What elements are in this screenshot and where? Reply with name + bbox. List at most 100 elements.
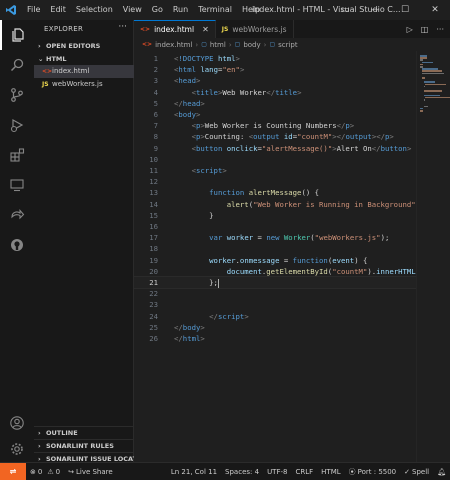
port-label: Port : 5500 bbox=[357, 467, 397, 476]
breadcrumb-item[interactable]: body bbox=[243, 41, 260, 49]
menu-edit[interactable]: Edit bbox=[45, 0, 71, 20]
code-line[interactable]: 10 bbox=[134, 154, 416, 165]
line-number: 26 bbox=[149, 334, 158, 343]
open-editors-section[interactable]: › OPEN EDITORS bbox=[34, 40, 134, 53]
code-line[interactable]: 14 alert("Web Worker is Running in Backg… bbox=[134, 199, 416, 210]
line-content: </head> bbox=[174, 98, 205, 108]
layout-icon[interactable]: ▭ bbox=[330, 0, 360, 20]
github-icon[interactable] bbox=[0, 230, 34, 260]
code-editor[interactable]: 1 <!DOCTYPE html> 2 <html lang="en"> 3 <head>… bbox=[134, 51, 416, 462]
spell-check[interactable]: ✓ Spell bbox=[400, 463, 433, 480]
cursor-position[interactable]: Ln 21, Col 11 bbox=[167, 463, 221, 480]
code-line[interactable]: 13 function alertMessage() { bbox=[134, 187, 416, 198]
menu-terminal[interactable]: Terminal bbox=[193, 0, 237, 20]
remote-indicator-icon[interactable]: ⇌ bbox=[0, 462, 26, 480]
problems-indicator[interactable]: ⊗ 0 ⚠ 0 bbox=[26, 463, 64, 480]
line-number: 4 bbox=[153, 87, 158, 97]
code-line[interactable]: 2 <html lang="en"> bbox=[134, 64, 416, 75]
line-content: </body> bbox=[174, 322, 205, 332]
live-server-port[interactable]: ⦿ Port : 5500 bbox=[345, 463, 401, 480]
minimap-line bbox=[423, 99, 425, 101]
code-line[interactable]: 6 <body> bbox=[134, 109, 416, 120]
status-bar: ⇌ ⊗ 0 ⚠ 0 ↪ Live Share Ln 21, Col 11 Spaces… bbox=[0, 462, 450, 480]
live-share-icon[interactable] bbox=[0, 200, 34, 230]
explorer-icon[interactable] bbox=[0, 20, 34, 50]
code-line[interactable]: 21 }; bbox=[134, 275, 416, 290]
indentation[interactable]: Spaces: 4 bbox=[221, 463, 263, 480]
menu-selection[interactable]: Selection bbox=[71, 0, 118, 20]
html-file-icon: <> bbox=[42, 68, 53, 75]
code-line[interactable]: 20 document.getElementById("countM").inn… bbox=[134, 266, 416, 277]
more-actions-icon[interactable]: ··· bbox=[436, 25, 444, 34]
chevron-right-icon: › bbox=[263, 40, 267, 49]
code-line[interactable]: 22 bbox=[134, 288, 416, 299]
code-line[interactable]: 15 } bbox=[134, 210, 416, 221]
minimap[interactable] bbox=[416, 51, 450, 462]
outline-section[interactable]: › OUTLINE bbox=[34, 426, 134, 439]
maximize-button[interactable]: ☐ bbox=[390, 0, 420, 20]
minimize-button[interactable]: — bbox=[360, 0, 390, 20]
line-content: alert("Web Worker is Running in Backgrou… bbox=[226, 199, 416, 209]
more-actions-icon[interactable]: ··· bbox=[118, 22, 127, 32]
line-number: 16 bbox=[149, 222, 158, 231]
close-tab-icon[interactable]: ✕ bbox=[202, 25, 209, 34]
line-content: } bbox=[209, 210, 214, 220]
language-mode[interactable]: HTML bbox=[317, 463, 344, 480]
code-line[interactable]: 4 <title>Web Worker</title> bbox=[134, 87, 416, 98]
menu-view[interactable]: View bbox=[118, 0, 147, 20]
menu-file[interactable]: File bbox=[22, 0, 45, 20]
breadcrumb-item[interactable]: index.html bbox=[155, 41, 192, 49]
window-controls: ▭ — ☐ ✕ bbox=[330, 0, 450, 20]
run-debug-icon[interactable] bbox=[0, 110, 34, 140]
live-share-button[interactable]: ↪ Live Share bbox=[64, 463, 117, 480]
code-line[interactable]: 16 bbox=[134, 221, 416, 232]
code-line[interactable]: 1 <!DOCTYPE html> bbox=[134, 53, 416, 64]
code-line[interactable]: 9 <button onclick="alertMessage()">Alert… bbox=[134, 143, 416, 154]
extensions-icon[interactable] bbox=[0, 140, 34, 170]
breadcrumb: <> index.html › ▢ html › ▢ body › ▢ scri… bbox=[134, 38, 450, 51]
line-number: 23 bbox=[149, 300, 158, 310]
code-line[interactable]: 5 </head> bbox=[134, 98, 416, 109]
notifications-bell-icon[interactable]: 🔔︎ bbox=[433, 463, 450, 480]
line-content: worker.onmessage = function(event) { bbox=[209, 255, 368, 265]
element-icon: ▢ bbox=[234, 41, 241, 48]
tab-webworkers-js[interactable]: JS webWorkers.js bbox=[216, 20, 294, 38]
code-line[interactable]: 7 <p>Web Worker is Counting Numbers</p> bbox=[134, 120, 416, 131]
end-of-line[interactable]: CRLF bbox=[291, 463, 317, 480]
menu-run[interactable]: Run bbox=[168, 0, 193, 20]
tab-index-html[interactable]: <> index.html ✕ bbox=[134, 20, 216, 38]
code-line[interactable]: 19 worker.onmessage = function(event) { bbox=[134, 255, 416, 266]
code-line[interactable]: 24 </script> bbox=[134, 311, 416, 322]
manage-gear-icon[interactable] bbox=[0, 434, 34, 464]
breadcrumb-item[interactable]: html bbox=[210, 41, 226, 49]
chevron-right-icon: › bbox=[195, 40, 199, 49]
line-number: 17 bbox=[149, 233, 158, 243]
file-item-index-html[interactable]: <>index.html bbox=[34, 65, 134, 78]
remote-explorer-icon[interactable] bbox=[0, 170, 34, 200]
source-control-icon[interactable] bbox=[0, 80, 34, 110]
sonarlint-rules-section[interactable]: › SONARLINT RULES bbox=[34, 439, 134, 452]
code-line[interactable]: 17 var worker = new Worker("webWorkers.j… bbox=[134, 232, 416, 243]
code-line[interactable]: 23 bbox=[134, 299, 416, 310]
code-line[interactable]: 11 <script> bbox=[134, 165, 416, 176]
run-icon[interactable]: ▷ bbox=[407, 25, 413, 34]
code-line[interactable]: 8 <p>Counting: <output id="countM"></out… bbox=[134, 131, 416, 142]
file-name: webWorkers.js bbox=[52, 80, 103, 88]
split-editor-icon[interactable]: ◫ bbox=[421, 25, 429, 34]
code-line[interactable]: 18 bbox=[134, 243, 416, 254]
code-line[interactable]: 3 <head> bbox=[134, 75, 416, 86]
code-line[interactable]: 12 bbox=[134, 176, 416, 187]
line-number: 20 bbox=[149, 266, 158, 276]
close-window-button[interactable]: ✕ bbox=[420, 0, 450, 20]
menu-go[interactable]: Go bbox=[147, 0, 168, 20]
line-number: 12 bbox=[149, 177, 158, 187]
code-line[interactable]: 26 </html> bbox=[134, 333, 416, 344]
file-item-webworkers-js[interactable]: JS webWorkers.js bbox=[34, 78, 134, 91]
encoding[interactable]: UTF-8 bbox=[263, 463, 291, 480]
spell-label: Spell bbox=[412, 467, 430, 476]
menu-bar: File Edit Selection View Go Run Terminal Help bbox=[22, 0, 265, 20]
search-icon[interactable] bbox=[0, 50, 34, 80]
line-content: <!DOCTYPE html> bbox=[174, 54, 240, 63]
code-line[interactable]: 25 </body> bbox=[134, 322, 416, 333]
breadcrumb-item[interactable]: script bbox=[278, 41, 298, 49]
